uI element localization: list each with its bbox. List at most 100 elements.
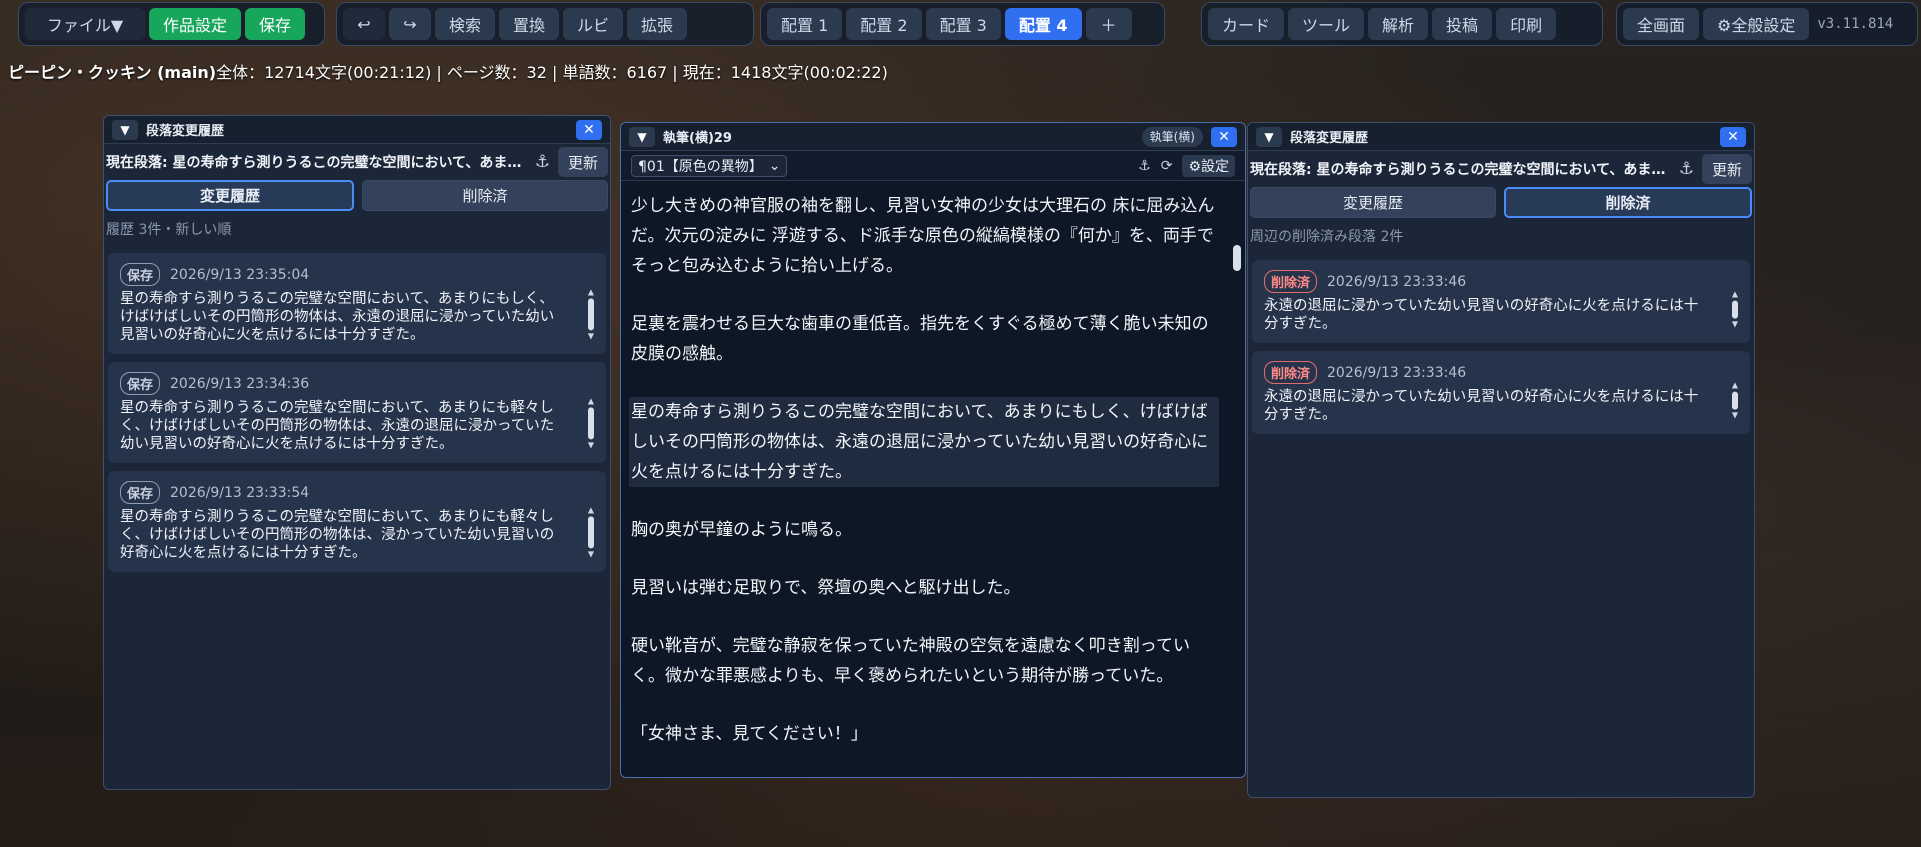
timestamp: 2026/9/13 23:33:46 [1327,364,1467,381]
refresh-button[interactable]: 更新 [1701,154,1752,184]
layout-4-tab[interactable]: 配置 4 [1004,8,1082,40]
editor-text-area[interactable]: 少し大きめの神官服の袖を翻し、見習い女神の少女は大理石の 床に屈み込んだ。次元の… [621,181,1245,777]
anchor-icon[interactable]: ⚓ [1679,159,1694,179]
list-item[interactable]: 保存 2026/9/13 23:35:04 星の寿命すら測りうるこの完璧な空間に… [108,253,606,354]
toolbar-group-file: ファイル▼ 作品設定 保存 [18,2,325,46]
toolbar-group-edit: ↩ ↪ 検索 置換 ルビ 拡張 [336,2,754,46]
history-panel-left: ▼ 段落変更履歴 ✕ 現在段落: 星の寿命すら測りうるこの完璧な空間において、あ… [103,115,611,790]
extend-button[interactable]: 拡張 [627,8,688,40]
editor-title: 執筆(横)29 [663,131,732,146]
refresh-button[interactable]: 更新 [557,147,608,177]
print-button[interactable]: 印刷 [1496,8,1557,40]
paragraph[interactable]: 「女神さま、見てください！」 [631,719,1219,749]
status-bar: ピーピン・クッキン (main)全体：12714文字(00:21:12) | ペ… [8,59,888,83]
file-menu-button[interactable]: ファイル▼ [25,8,145,40]
status-badge: 保存 [120,481,161,504]
entry-text: 星の寿命すら測りうるこの完璧な空間において、あまりにも軽々しく、けばけばしいその… [120,400,555,452]
toolbar-group-layout: 配置 1 配置 2 配置 3 配置 4 ＋ [760,2,1165,46]
scrollbar[interactable]: ▲ ▼ [586,287,596,340]
tab-change-history[interactable]: 変更履歴 [1250,187,1496,218]
project-title: ピーピン・クッキン (main) [8,63,217,82]
history-tabs: 変更履歴 削除済 [104,180,610,211]
close-icon[interactable]: ✕ [1211,126,1237,147]
paragraph[interactable]: 見習いは弾む足取りで、祭壇の奥へと駆け出した。 [631,573,1219,603]
entry-text: 永遠の退屈に浸かっていた幼い見習いの好奇心に火を点けるには十分すぎた。 [1264,389,1699,423]
close-icon[interactable]: ✕ [576,119,602,140]
paragraph[interactable]: 少し大きめの神官服の袖を翻し、見習い女神の少女は大理石の 床に屈み込んだ。次元の… [631,191,1219,281]
close-icon[interactable]: ✕ [1720,126,1746,147]
current-paragraph-row: 現在段落: 星の寿命すら測りうるこの完璧な空間において、あまりにもしく、けばけば… [1248,151,1754,187]
status-badge: 保存 [120,263,161,286]
timestamp: 2026/9/13 23:34:36 [170,375,310,392]
paragraph[interactable]: 足裏を震わせる巨大な歯車の重低音。指先をくすぐる極めて薄く脆い未知の皮膜の感触。 [631,309,1219,369]
history-tabs: 変更履歴 削除済 [1248,187,1754,218]
panel-title: 段落変更履歴 [1290,131,1369,146]
collapse-toggle-icon[interactable]: ▼ [629,126,655,147]
search-button[interactable]: 検索 [435,8,496,40]
collapse-toggle-icon[interactable]: ▼ [112,119,138,140]
editor-settings-button[interactable]: ⚙設定 [1182,154,1235,177]
current-paragraph-text: 現在段落: 星の寿命すら測りうるこの完璧な空間において、あまりにもしく、けばけば… [1250,162,1671,178]
entry-text: 永遠の退屈に浸かっていた幼い見習いの好奇心に火を点けるには十分すぎた。 [1264,298,1699,332]
panel-title: 段落変更履歴 [146,124,225,139]
tab-change-history[interactable]: 変更履歴 [106,180,354,211]
toolbar-group-tools: カード ツール 解析 投稿 印刷 [1201,2,1603,46]
list-item[interactable]: 削除済 2026/9/13 23:33:46 永遠の退屈に浸かっていた幼い見習い… [1252,351,1750,434]
global-settings-button[interactable]: ⚙全般設定 [1703,8,1810,40]
current-paragraph-row: 現在段落: 星の寿命すら測りうるこの完璧な空間において、あまりにもしく、けばけば… [104,144,610,180]
post-button[interactable]: 投稿 [1432,8,1493,40]
replace-button[interactable]: 置換 [499,8,560,40]
status-badge: 保存 [120,372,161,395]
entry-text: 星の寿命すら測りうるこの完璧な空間において、あまりにもしく、けばけばしいその円筒… [120,291,555,343]
chapter-select-value: ¶01【原色の異物】 [638,158,763,175]
stats-text: 全体：12714文字(00:21:12) | ページ数：32 | 単語数：616… [216,63,888,82]
scrollbar[interactable]: ▲ ▼ [586,396,596,449]
panel-header: ▼ 段落変更履歴 ✕ [1248,123,1754,151]
deleted-badge: 削除済 [1264,270,1318,293]
analysis-button[interactable]: 解析 [1368,8,1429,40]
ruby-button[interactable]: ルビ [563,8,624,40]
redo-button[interactable]: ↪ [389,8,431,40]
panel-header: ▼ 執筆(横)29 執筆(横) ✕ [621,123,1245,151]
timestamp: 2026/9/13 23:35:04 [170,266,310,283]
list-item[interactable]: 削除済 2026/9/13 23:33:46 永遠の退屈に浸かっていた幼い見習い… [1252,260,1750,343]
paragraph-current[interactable]: 星の寿命すら測りうるこの完璧な空間において、あまりにもしく、けばけばしいその円筒… [629,397,1219,487]
fullscreen-button[interactable]: 全画面 [1623,8,1700,40]
editor-panel: ▼ 執筆(横)29 執筆(横) ✕ ¶01【原色の異物】 ⌄ ⚓ ⟳ ⚙設定 少… [620,122,1246,778]
scrollbar[interactable]: ▲ ▼ [586,505,596,558]
add-layout-button[interactable]: ＋ [1085,8,1132,40]
list-item[interactable]: 保存 2026/9/13 23:33:54 星の寿命すら測りうるこの完璧な空間に… [108,471,606,572]
layout-1-tab[interactable]: 配置 1 [767,8,843,40]
tab-deleted[interactable]: 削除済 [1504,187,1752,218]
paragraph[interactable]: 胸の奥が早鐘のように鳴る。 [631,515,1219,545]
history-count: 履歴 3件・新しい順 [106,222,232,238]
card-button[interactable]: カード [1208,8,1285,40]
paragraph[interactable]: 硬い靴音が、完璧な静寂を保っていた神殿の空気を遠慮なく叩き割っていく。微かな罪悪… [631,631,1219,691]
panel-header: ▼ 段落変更履歴 ✕ [104,116,610,144]
editor-subtoolbar: ¶01【原色の異物】 ⌄ ⚓ ⟳ ⚙設定 [621,151,1245,181]
tab-deleted[interactable]: 削除済 [362,180,608,211]
undo-button[interactable]: ↩ [343,8,385,40]
layout-3-tab[interactable]: 配置 3 [925,8,1001,40]
anchor-icon[interactable]: ⚓ [1138,158,1151,174]
reload-icon[interactable]: ⟳ [1161,158,1173,174]
editor-scrollbar[interactable] [1233,245,1241,271]
timestamp: 2026/9/13 23:33:46 [1327,273,1467,290]
timestamp: 2026/9/13 23:33:54 [170,484,310,501]
collapse-toggle-icon[interactable]: ▼ [1256,126,1282,147]
tool-button[interactable]: ツール [1288,8,1365,40]
work-settings-button[interactable]: 作品設定 [149,8,242,40]
list-item[interactable]: 保存 2026/9/13 23:34:36 星の寿命すら測りうるこの完璧な空間に… [108,362,606,463]
mode-badge: 執筆(横) [1141,126,1203,147]
anchor-icon[interactable]: ⚓ [535,152,550,172]
scrollbar[interactable]: ▲ ▼ [1730,381,1740,419]
save-button[interactable]: 保存 [245,8,306,40]
current-paragraph-text: 現在段落: 星の寿命すら測りうるこの完璧な空間において、あまりにもしく、けばけば… [106,155,527,171]
history-panel-right: ▼ 段落変更履歴 ✕ 現在段落: 星の寿命すら測りうるこの完璧な空間において、あ… [1247,122,1755,798]
chapter-select[interactable]: ¶01【原色の異物】 ⌄ [631,154,788,177]
layout-2-tab[interactable]: 配置 2 [846,8,922,40]
entry-text: 星の寿命すら測りうるこの完璧な空間において、あまりにも軽々しく、けばけばしいその… [120,509,555,561]
scrollbar[interactable]: ▲ ▼ [1730,290,1740,328]
toolbar-group-app: 全画面 ⚙全般設定 v3.11.814 [1616,2,1918,46]
deleted-count: 周辺の削除済み段落 2件 [1250,229,1404,245]
